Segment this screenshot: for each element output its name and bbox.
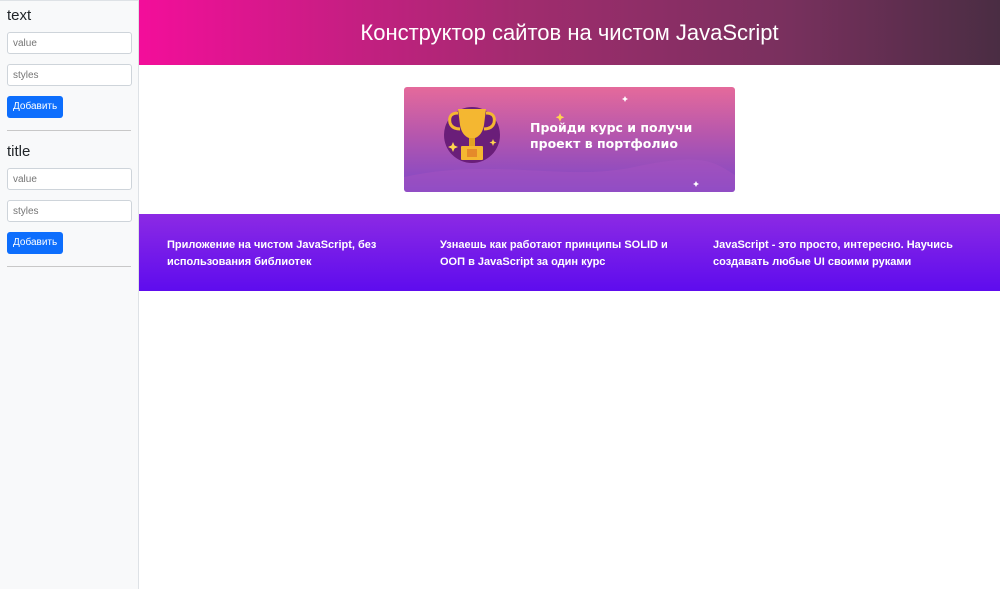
title-value-input[interactable] [7, 168, 132, 190]
text-form: text Добавить [7, 7, 132, 131]
sidebar: text Добавить title Добавить [0, 0, 139, 589]
site-title: Конструктор сайтов на чистом JavaScript [360, 19, 779, 45]
title-form-title: title [7, 143, 31, 160]
feature-column: Узнаешь как работают принципы SOLID и ОО… [440, 239, 668, 268]
text-styles-input[interactable] [7, 64, 132, 86]
course-banner-image: Пройди курс и получи проект в портфолио [404, 87, 735, 192]
site-header: Конструктор сайтов на чистом JavaScript [139, 0, 1000, 65]
site-preview: Конструктор сайтов на чистом JavaScript … [139, 0, 1000, 589]
banner-section: Пройди курс и получи проект в портфолио [139, 65, 1000, 214]
text-form-title: text [7, 7, 32, 24]
text-value-input[interactable] [7, 32, 132, 54]
title-styles-input[interactable] [7, 200, 132, 222]
banner-text: Пройди курс и получи проект в портфолио [530, 120, 693, 151]
text-add-button[interactable]: Добавить [7, 96, 64, 118]
title-add-button[interactable]: Добавить [7, 232, 64, 254]
features-row: Приложение на чистом JavaScript, без исп… [139, 214, 1000, 291]
feature-column: Приложение на чистом JavaScript, без исп… [167, 239, 377, 268]
feature-column: JavaScript - это просто, интересно. Науч… [713, 239, 953, 268]
title-form: title Добавить [7, 143, 132, 267]
